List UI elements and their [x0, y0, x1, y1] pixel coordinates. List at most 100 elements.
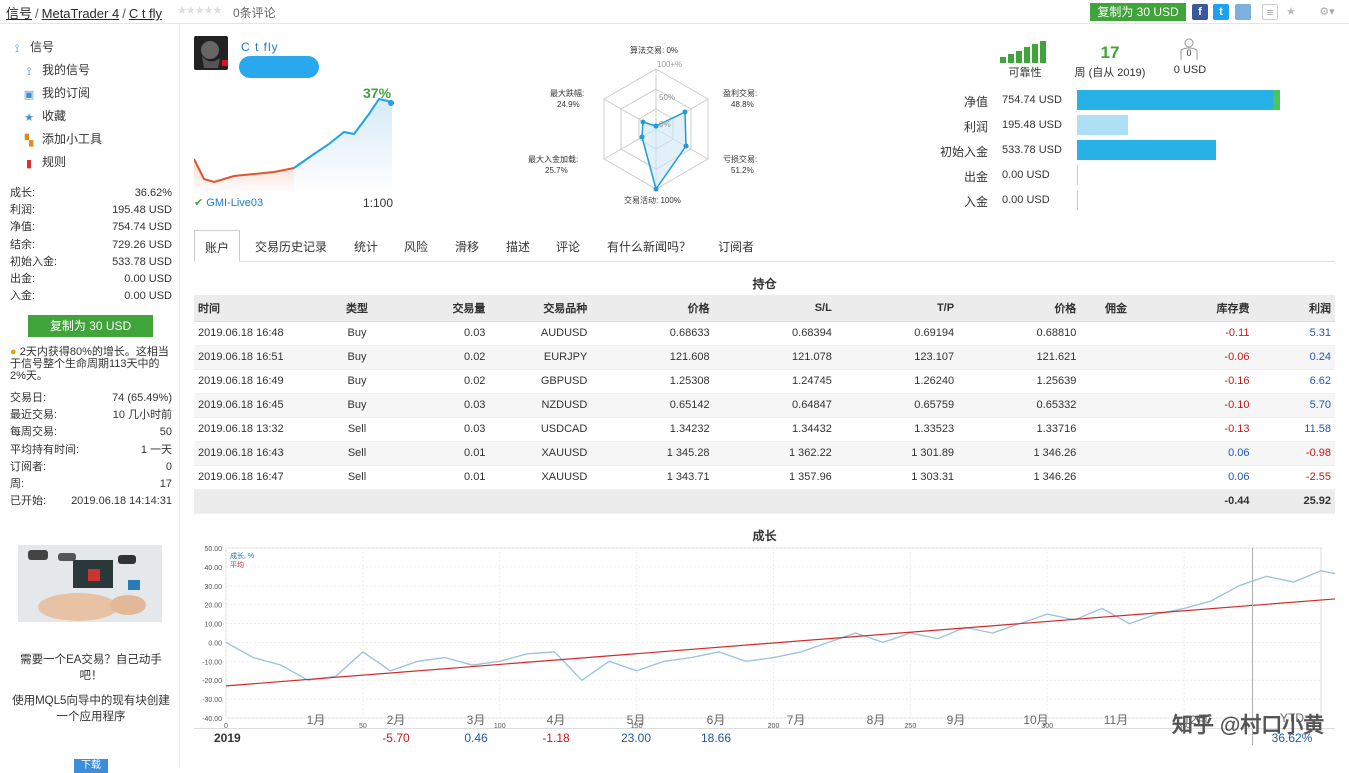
- tab-news[interactable]: 有什么新闻吗？: [607, 238, 691, 255]
- month-value: -5.70: [382, 731, 410, 745]
- breadcrumb-signal-name[interactable]: C t fly: [129, 6, 162, 21]
- breadcrumb-signals[interactable]: 信号: [6, 6, 32, 21]
- tab-description[interactable]: 描述: [506, 238, 530, 255]
- table-cell: 2019.06.18 16:45: [194, 393, 317, 418]
- table-cell: 11.58: [1253, 417, 1335, 442]
- balance-bar: [1077, 115, 1128, 135]
- facebook-icon[interactable]: f: [1192, 4, 1208, 20]
- menu-favorites[interactable]: ★ 收藏: [22, 107, 102, 130]
- table-row[interactable]: 2019.06.18 13:32 Sell 0.03 USDCAD 1.34232 1.3…: [194, 417, 1335, 442]
- column-header[interactable]: 交易量: [397, 295, 490, 322]
- stat-row: 订阅者: 0: [10, 459, 172, 476]
- legend-average: 平均: [230, 560, 244, 569]
- column-header[interactable]: 交易品种: [489, 295, 592, 322]
- total-swap: -0.44: [1151, 489, 1254, 514]
- print-icon[interactable]: ≡: [1262, 4, 1278, 20]
- ad-download-button[interactable]: 下载: [74, 759, 108, 773]
- reviews-count[interactable]: 0条评论: [233, 4, 276, 21]
- rating-stars[interactable]: ★★★★★: [177, 4, 222, 17]
- watermark: 知乎 @村口小黄: [1172, 714, 1325, 737]
- balance-bar: [1077, 140, 1216, 160]
- avatar[interactable]: [194, 36, 228, 70]
- antenna-icon: ⟟: [14, 43, 20, 55]
- share-icon[interactable]: [1235, 4, 1251, 20]
- twitter-icon[interactable]: t: [1213, 4, 1229, 20]
- stat-value: 0.00 USD: [124, 272, 172, 285]
- y-tick-label: 50.00: [204, 546, 222, 553]
- column-header[interactable]: 库存费: [1151, 295, 1254, 322]
- favorite-star-icon[interactable]: ★: [1283, 4, 1299, 20]
- copy-top-button[interactable]: 复制为 30 USD: [1090, 3, 1186, 21]
- table-row[interactable]: 2019.06.18 16:47 Sell 0.01 XAUUSD 1 343.71 1 …: [194, 465, 1335, 490]
- bar-label: 利润: [963, 120, 988, 134]
- tab-bar: 账户 交易历史记录 统计 风险 滑移 描述 评论 有什么新闻吗？ 订阅者: [194, 230, 1335, 262]
- stat-value: 729.26 USD: [112, 238, 172, 251]
- month-values: 2019 -5.70 0.46 -1.18 23.00 18.66 36.62%: [194, 728, 1335, 745]
- column-header[interactable]: 利润: [1253, 295, 1335, 322]
- stat-value: 0.00 USD: [124, 290, 172, 303]
- table-cell: Sell: [316, 417, 398, 442]
- tab-subscribers[interactable]: 订阅者: [718, 238, 754, 255]
- broker-link[interactable]: ✔ GMI-Live03: [194, 196, 263, 209]
- tab-reviews[interactable]: 评论: [556, 238, 580, 255]
- radar-deposit-value: 25.7%: [545, 166, 568, 175]
- stat-row: 成长: 36.62%: [10, 185, 172, 202]
- column-header[interactable]: 类型: [316, 295, 398, 322]
- table-cell: [1080, 345, 1152, 370]
- radar-drawdown-value: 24.9%: [557, 100, 580, 109]
- menu-rules[interactable]: ▮ 规则: [22, 153, 102, 176]
- column-header[interactable]: 价格: [591, 295, 714, 322]
- menu-my-subscriptions[interactable]: ▣ 我的订阅: [22, 84, 102, 107]
- month-label: 5月: [626, 713, 646, 727]
- column-header[interactable]: 时间: [194, 295, 317, 322]
- tab-slippage[interactable]: 滑移: [455, 238, 479, 255]
- table-cell: 1.34432: [713, 417, 836, 442]
- table-row[interactable]: 2019.06.18 16:51 Buy 0.02 EURJPY 121.608 121.…: [194, 345, 1335, 370]
- menu-add-widget[interactable]: ▚ 添加小工具: [22, 130, 102, 153]
- radar-loss-value: 51.2%: [731, 166, 754, 175]
- stat-value: 754.74 USD: [112, 221, 172, 234]
- stat-row: 入金: 0.00 USD: [10, 288, 172, 305]
- ad-image[interactable]: [18, 545, 162, 622]
- total-empty-cell: [591, 489, 714, 514]
- table-cell: -0.98: [1253, 441, 1335, 466]
- signal-name[interactable]: C t fly: [241, 40, 279, 54]
- table-cell: 0.02: [397, 369, 490, 394]
- table-cell: 0.65142: [591, 393, 714, 418]
- table-row[interactable]: 2019.06.18 16:43 Sell 0.01 XAUUSD 1 345.28 1 …: [194, 441, 1335, 466]
- tab-stats[interactable]: 统计: [354, 238, 378, 255]
- total-empty-cell: [397, 489, 490, 514]
- table-row[interactable]: 2019.06.18 16:45 Buy 0.03 NZDUSD 0.65142 0.64…: [194, 393, 1335, 418]
- stat-row: 已开始: 2019.06.18 14:14:31: [10, 493, 172, 510]
- tab-history[interactable]: 交易历史记录: [255, 238, 327, 255]
- radar-50: 50%: [659, 93, 676, 102]
- table-cell: 5.70: [1253, 393, 1335, 418]
- column-header[interactable]: 佣金: [1080, 295, 1152, 322]
- reliability-bars-icon: [1000, 41, 1046, 63]
- table-row[interactable]: 2019.06.18 16:49 Buy 0.02 GBPUSD 1.25308 1.24…: [194, 369, 1335, 394]
- radar-algo: 算法交易: 0%: [630, 46, 679, 55]
- column-header[interactable]: 价格: [958, 295, 1081, 322]
- stat-label: 周:: [10, 477, 25, 490]
- tab-risk[interactable]: 风险: [404, 238, 428, 255]
- copy-side-button[interactable]: 复制为 30 USD: [28, 315, 153, 337]
- settings-gear-icon[interactable]: ⚙▾: [1315, 4, 1339, 20]
- tab-account[interactable]: 账户: [194, 230, 241, 262]
- breadcrumb-platform[interactable]: MetaTrader 4: [42, 6, 120, 21]
- menu-signals-head[interactable]: ⟟ 信号: [10, 38, 102, 61]
- table-cell: 2019.06.18 13:32: [194, 417, 317, 442]
- menu-my-signals[interactable]: ⟟ 我的信号: [22, 61, 102, 84]
- radar-win-value: 48.8%: [731, 100, 754, 109]
- table-cell: 0.68394: [713, 321, 836, 346]
- table-cell: 1.33716: [958, 417, 1081, 442]
- column-header[interactable]: T/P: [835, 295, 959, 322]
- stat-value: 0: [165, 460, 172, 473]
- column-header[interactable]: S/L: [713, 295, 836, 322]
- table-row[interactable]: 2019.06.18 16:48 Buy 0.03 AUDUSD 0.68633 0.68…: [194, 321, 1335, 346]
- stat-row: 最近交易: 10 几小时前: [10, 407, 172, 424]
- stat-value: 195.48 USD: [112, 204, 172, 217]
- subscribers-icon: 0: [1175, 38, 1203, 62]
- table-cell: 1 346.26: [958, 465, 1081, 490]
- month-label: 8月: [866, 713, 886, 727]
- table-cell: -0.06: [1151, 345, 1254, 370]
